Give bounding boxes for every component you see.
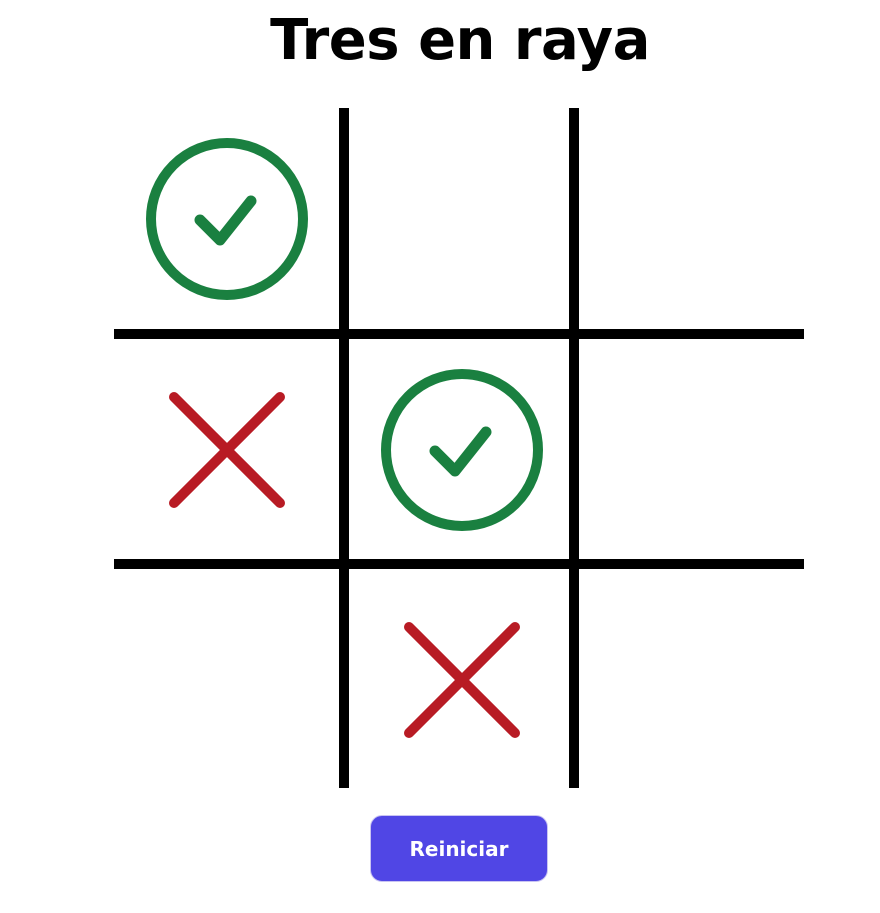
x-icon xyxy=(403,621,520,738)
grid-line-horizontal xyxy=(114,559,804,569)
check-circle-icon xyxy=(145,137,308,300)
grid-line-horizontal xyxy=(114,329,804,339)
cell-2-1[interactable] xyxy=(349,569,574,790)
x-icon xyxy=(168,391,285,508)
game-board xyxy=(114,108,804,788)
page-title: Tres en raya xyxy=(270,8,650,73)
reset-button[interactable]: Reiniciar xyxy=(370,815,548,882)
check-circle-icon xyxy=(380,368,543,531)
cell-2-0[interactable] xyxy=(114,569,339,790)
cell-2-2[interactable] xyxy=(579,569,804,790)
cell-1-0[interactable] xyxy=(114,339,339,560)
grid-line-vertical xyxy=(339,108,349,788)
cell-0-0[interactable] xyxy=(114,108,339,329)
cell-1-2[interactable] xyxy=(579,339,804,560)
cell-0-2[interactable] xyxy=(579,108,804,329)
cell-1-1[interactable] xyxy=(349,339,574,560)
cell-0-1[interactable] xyxy=(349,108,574,329)
